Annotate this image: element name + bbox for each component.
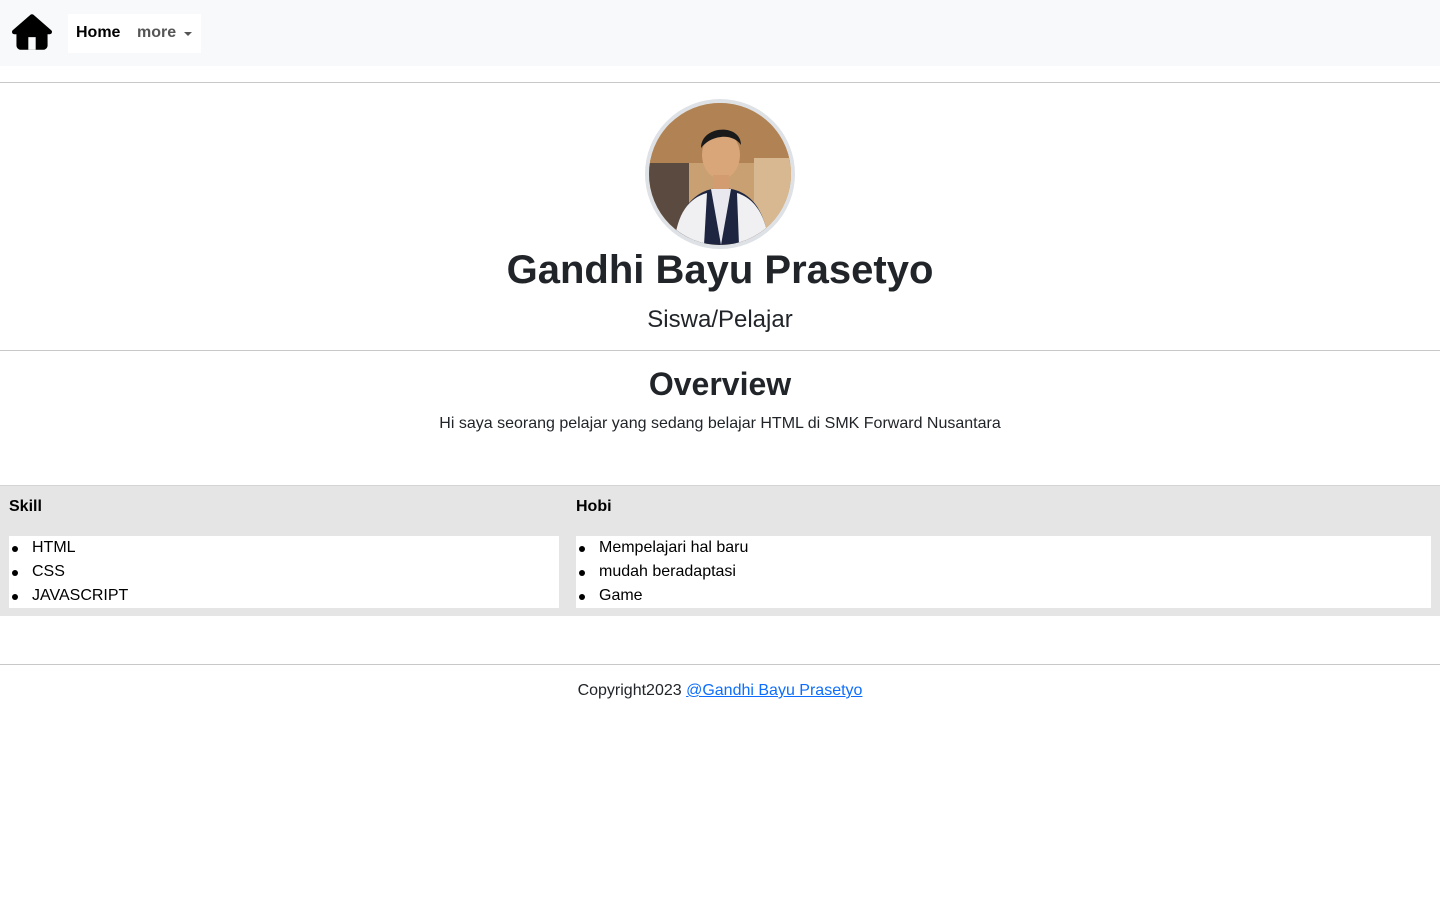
divider-middle: [0, 350, 1440, 351]
footer: Copyright2023 @Gandhi Bayu Prasetyo: [0, 682, 1440, 700]
hobby-cell: Mempelajari hal baru mudah beradaptasi G…: [576, 536, 1431, 608]
skills-hobbies-table: Skill Hobi HTML CSS JAVASCRIPT Mempelaja…: [0, 485, 1440, 616]
copyright-text: Copyright2023: [577, 682, 682, 699]
home-icon[interactable]: [12, 14, 52, 50]
list-item: JAVASCRIPT: [9, 584, 559, 608]
skill-cell: HTML CSS JAVASCRIPT: [9, 536, 559, 608]
profile-name: Gandhi Bayu Prasetyo: [506, 248, 934, 292]
skill-list: HTML CSS JAVASCRIPT: [9, 536, 559, 608]
nav-menu: Home more: [68, 14, 201, 53]
list-item: mudah beradaptasi: [576, 560, 1431, 584]
chevron-down-icon[interactable]: [184, 32, 192, 36]
divider-top: [0, 82, 1440, 83]
overview-title: Overview: [648, 366, 792, 402]
list-item: CSS: [9, 560, 559, 584]
overview-text: Hi saya seorang pelajar yang sedang bela…: [439, 415, 1001, 432]
nav-home-link[interactable]: Home: [76, 24, 120, 42]
hobby-header: Hobi: [576, 498, 612, 515]
hobby-list: Mempelajari hal baru mudah beradaptasi G…: [576, 536, 1431, 608]
nav-more-dropdown[interactable]: more: [137, 24, 176, 42]
profile-role: Siswa/Pelajar: [647, 306, 793, 333]
avatar: [645, 99, 795, 249]
list-item: HTML: [9, 536, 559, 560]
divider-footer: [0, 664, 1440, 665]
author-link[interactable]: @Gandhi Bayu Prasetyo: [686, 682, 862, 699]
navbar: Home more: [0, 0, 1440, 66]
list-item: Game: [576, 584, 1431, 608]
list-item: Mempelajari hal baru: [576, 536, 1431, 560]
skill-header: Skill: [9, 498, 42, 515]
